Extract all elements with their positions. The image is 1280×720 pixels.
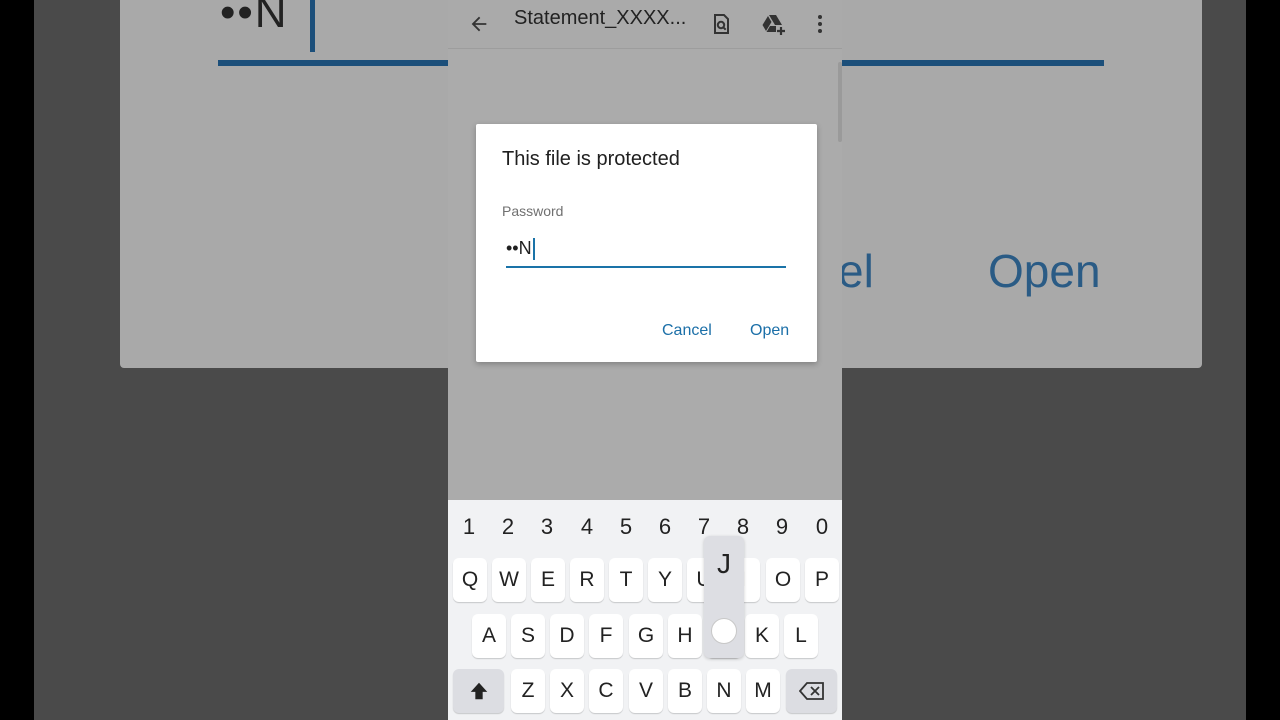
password-value: ••N (506, 238, 532, 258)
key-w[interactable]: W (492, 558, 526, 602)
key-n[interactable]: N (707, 669, 741, 713)
popup-letter: J (717, 548, 731, 579)
key-6[interactable]: 6 (650, 514, 680, 540)
key-d[interactable]: D (550, 614, 584, 658)
key-e[interactable]: E (531, 558, 565, 602)
key-x[interactable]: X (550, 669, 584, 713)
key-press-popup: J (704, 536, 744, 658)
key-r[interactable]: R (570, 558, 604, 602)
key-c[interactable]: C (589, 669, 623, 713)
more-vert-icon[interactable] (800, 4, 840, 44)
key-f[interactable]: F (589, 614, 623, 658)
key-s[interactable]: S (511, 614, 545, 658)
key-v[interactable]: V (629, 669, 663, 713)
key-p[interactable]: P (805, 558, 839, 602)
shift-key[interactable] (453, 669, 504, 713)
text-caret (532, 238, 535, 261)
background-password-text: ••N (220, 0, 289, 37)
key-3[interactable]: 3 (532, 514, 562, 540)
key-q[interactable]: Q (453, 558, 487, 602)
key-y[interactable]: Y (648, 558, 682, 602)
background-caret (310, 0, 315, 52)
backspace-icon (798, 682, 824, 700)
key-t[interactable]: T (609, 558, 643, 602)
number-row: 1 2 3 4 5 6 7 8 9 0 (448, 514, 842, 540)
key-0[interactable]: 0 (807, 514, 837, 540)
on-screen-keyboard: 1 2 3 4 5 6 7 8 9 0 Q W E R T Y U I O P … (448, 500, 842, 720)
drive-add-icon[interactable] (754, 4, 794, 44)
shift-icon (470, 682, 487, 700)
key-5[interactable]: 5 (611, 514, 641, 540)
key-9[interactable]: 9 (767, 514, 797, 540)
phone-screen: Statement_XXXX... This file is protected… (448, 0, 842, 720)
cancel-button[interactable]: Cancel (662, 322, 712, 340)
key-1[interactable]: 1 (454, 514, 484, 540)
key-l[interactable]: L (784, 614, 818, 658)
key-o[interactable]: O (766, 558, 800, 602)
key-z[interactable]: Z (511, 669, 545, 713)
key-h[interactable]: H (668, 614, 702, 658)
key-a[interactable]: A (472, 614, 506, 658)
key-k[interactable]: K (745, 614, 779, 658)
key-b[interactable]: B (668, 669, 702, 713)
backspace-key[interactable] (786, 669, 837, 713)
key-g[interactable]: G (629, 614, 663, 658)
app-bar: Statement_XXXX... (448, 0, 842, 49)
key-m[interactable]: M (746, 669, 780, 713)
key-2[interactable]: 2 (493, 514, 523, 540)
background-cancel-text: el (838, 245, 874, 297)
dialog-title: This file is protected (502, 148, 680, 170)
password-field[interactable]: ••N (506, 232, 786, 268)
password-dialog: This file is protected Password ••N Canc… (476, 124, 817, 362)
key-4[interactable]: 4 (572, 514, 602, 540)
scrollbar-thumb[interactable] (838, 62, 842, 142)
touch-indicator (711, 618, 737, 644)
document-title: Statement_XXXX... (514, 7, 687, 29)
background-open-text: Open (988, 245, 1101, 297)
back-arrow-icon[interactable] (459, 4, 499, 44)
password-label: Password (502, 203, 564, 219)
open-button[interactable]: Open (750, 322, 789, 340)
document-search-icon[interactable] (701, 4, 741, 44)
